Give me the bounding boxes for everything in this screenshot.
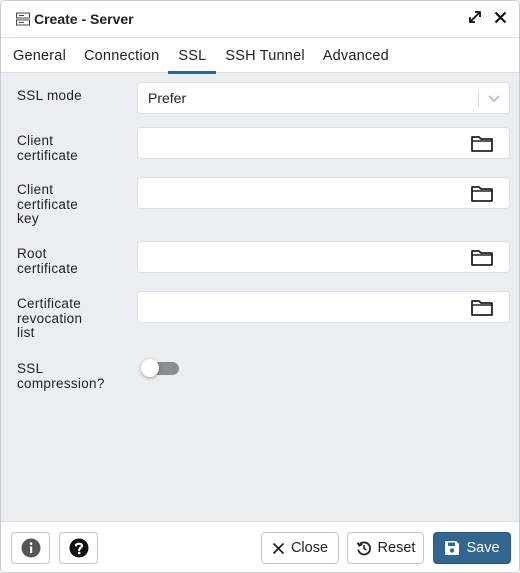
- x-icon: [272, 542, 285, 555]
- tab-ssl[interactable]: SSL: [168, 38, 217, 74]
- root-certificate-input[interactable]: [137, 241, 510, 273]
- dialog-title: Create - Server: [34, 11, 134, 27]
- ssl-mode-select[interactable]: Prefer: [137, 82, 510, 114]
- certificate-revocation-list-label: Certificate revocation list: [17, 296, 127, 341]
- label-line: certificate: [17, 260, 79, 276]
- client-certificate-input[interactable]: [137, 127, 510, 159]
- tab-ssh-tunnel[interactable]: SSH Tunnel: [216, 38, 313, 73]
- label-line: list: [17, 325, 35, 340]
- close-button-label: Close: [290, 540, 329, 556]
- ssl-compression-toggle[interactable]: [141, 359, 179, 377]
- tab-bar: General Connection SSL SSH Tunnel Advanc…: [1, 38, 519, 74]
- dialog-footer: Close Reset Save: [1, 521, 519, 572]
- ssl-mode-value: Prefer: [148, 90, 187, 106]
- client-certificate-label: Client certificate: [17, 133, 127, 163]
- toggle-knob[interactable]: [141, 359, 159, 377]
- reset-button-label: Reset: [377, 540, 416, 556]
- save-button-label: Save: [466, 540, 500, 556]
- folder-icon[interactable]: [471, 249, 493, 266]
- reset-button[interactable]: Reset: [347, 532, 424, 564]
- info-button[interactable]: [11, 532, 50, 564]
- reset-icon: [356, 540, 372, 556]
- create-server-dialog: Create - Server General Connection SSL S…: [0, 0, 520, 573]
- label-line: Client: [17, 182, 54, 197]
- tab-connection[interactable]: Connection: [75, 38, 168, 73]
- root-certificate-label: Root certificate: [17, 246, 127, 276]
- expand-icon[interactable]: [468, 10, 482, 24]
- label-line: compression?: [17, 375, 105, 391]
- tab-general[interactable]: General: [4, 38, 75, 73]
- help-button[interactable]: [59, 532, 98, 564]
- save-icon: [444, 540, 460, 556]
- client-certificate-key-input[interactable]: [137, 177, 510, 209]
- client-certificate-key-label: Client certificate key: [17, 182, 127, 227]
- label-line: Root: [17, 246, 47, 261]
- label-line: Client: [17, 133, 54, 148]
- server-icon: [16, 12, 30, 26]
- help-icon: [69, 538, 89, 558]
- close-button[interactable]: Close: [261, 532, 339, 564]
- folder-icon[interactable]: [471, 135, 493, 152]
- label-line: key: [17, 211, 39, 226]
- folder-icon[interactable]: [471, 299, 493, 316]
- label-line: Certificate: [17, 296, 82, 311]
- info-icon: [21, 538, 41, 558]
- certificate-revocation-list-input[interactable]: [137, 291, 510, 323]
- select-divider: [478, 91, 479, 107]
- label-line: SSL: [17, 361, 44, 376]
- folder-icon[interactable]: [471, 185, 493, 202]
- title-bar[interactable]: Create - Server: [1, 1, 519, 38]
- label-line: revocation: [17, 310, 83, 326]
- label-line: certificate: [17, 147, 79, 163]
- label-line: certificate: [17, 196, 79, 212]
- ssl-compression-label: SSL compression?: [17, 361, 127, 391]
- close-icon[interactable]: [494, 11, 507, 24]
- save-button[interactable]: Save: [433, 532, 511, 564]
- ssl-mode-label: SSL mode: [17, 88, 82, 103]
- chevron-down-icon[interactable]: [487, 91, 501, 110]
- tab-advanced[interactable]: Advanced: [314, 38, 398, 73]
